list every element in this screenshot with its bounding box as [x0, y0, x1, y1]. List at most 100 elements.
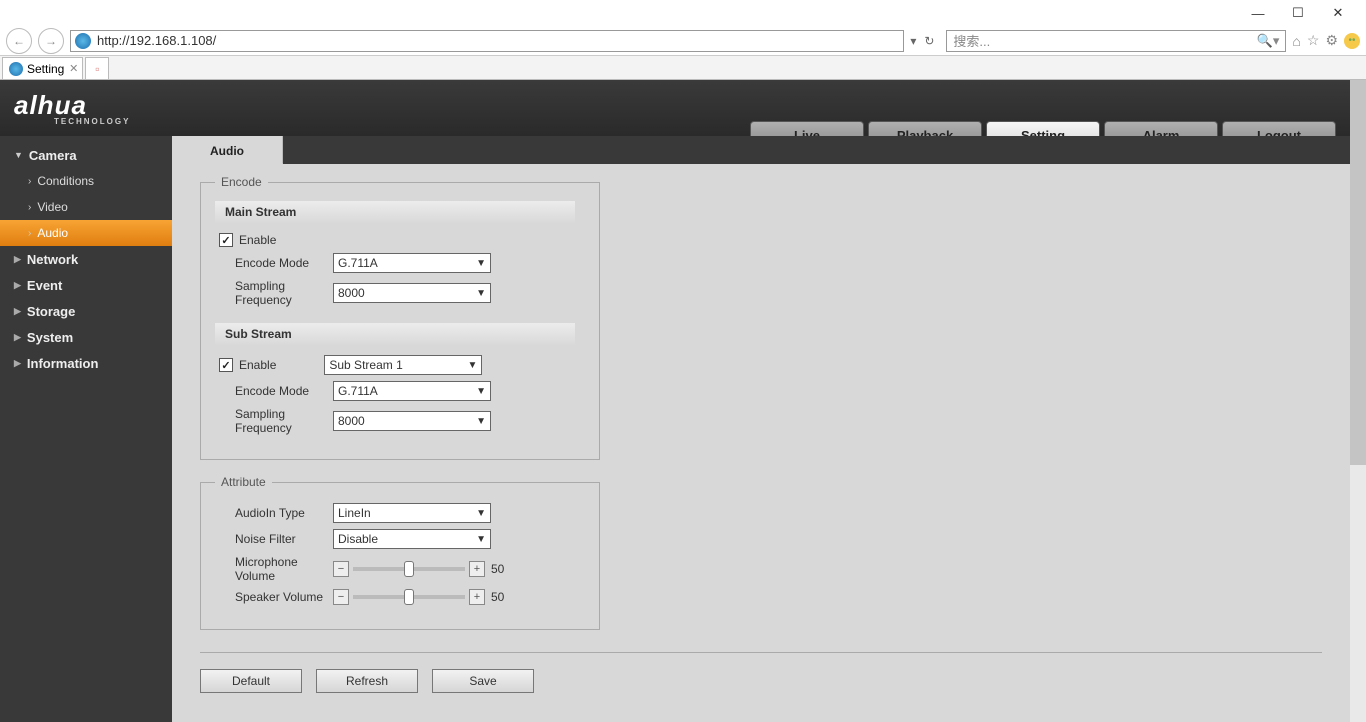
- slider-thumb[interactable]: [404, 561, 414, 577]
- speaker-volume-plus[interactable]: +: [469, 589, 485, 605]
- sidebar-item-conditions[interactable]: ›Conditions: [0, 168, 172, 194]
- default-button[interactable]: Default: [200, 669, 302, 693]
- content-tab-audio[interactable]: Audio: [172, 136, 283, 164]
- sidebar-item-audio[interactable]: › Audio: [0, 220, 172, 246]
- speaker-volume-slider[interactable]: [353, 595, 465, 599]
- sub-stream-select[interactable]: Sub Stream 1▼: [324, 355, 482, 375]
- select-value: 8000: [338, 286, 365, 300]
- refresh-icon[interactable]: ↻: [924, 34, 934, 48]
- mic-volume-slider[interactable]: [353, 567, 465, 571]
- sidebar-item-information[interactable]: ▶ Information: [0, 350, 172, 376]
- chevron-right-icon: ▶: [14, 254, 21, 265]
- select-value: Sub Stream 1: [329, 358, 402, 372]
- mic-volume-label: Microphone Volume: [215, 555, 333, 583]
- sub-encode-mode-select[interactable]: G.711A▼: [333, 381, 491, 401]
- back-button[interactable]: ←: [6, 28, 32, 54]
- sub-encode-mode-label: Encode Mode: [215, 384, 333, 398]
- divider: [200, 652, 1322, 653]
- forward-button[interactable]: →: [38, 28, 64, 54]
- close-button[interactable]: ✕: [1318, 2, 1358, 24]
- sidebar-item-system[interactable]: ▶ System: [0, 324, 172, 350]
- chevron-down-icon: ▼: [476, 416, 486, 427]
- dropdown-icon[interactable]: ▾: [910, 34, 916, 48]
- sidebar-label: Audio: [37, 226, 68, 240]
- chevron-down-icon: ▼: [476, 534, 486, 545]
- page-header: alhua TECHNOLOGY Live Playback Setting A…: [0, 80, 1350, 136]
- encode-fieldset: Encode Main Stream ✓ Enable Encode Mode …: [200, 182, 600, 460]
- speaker-volume-value: 50: [491, 590, 504, 604]
- chevron-right-icon: ▶: [14, 332, 21, 343]
- mic-volume-minus[interactable]: −: [333, 561, 349, 577]
- chevron-right-icon: ▶: [14, 358, 21, 369]
- slider-thumb[interactable]: [404, 589, 414, 605]
- main-enable-label: ✓ Enable: [215, 233, 276, 247]
- chevron-right-icon: ▶: [14, 280, 21, 291]
- chevron-right-icon: ▶: [14, 306, 21, 317]
- search-icon[interactable]: 🔍▾: [1257, 33, 1280, 49]
- home-icon[interactable]: ⌂: [1292, 33, 1300, 49]
- main-encode-mode-select[interactable]: G.711A▼: [333, 253, 491, 273]
- logo: alhua TECHNOLOGY: [14, 90, 130, 126]
- sidebar-label: Network: [27, 252, 78, 267]
- main-sampling-select[interactable]: 8000 ▼: [333, 283, 491, 303]
- browser-tab[interactable]: Setting ✕: [2, 57, 83, 79]
- chevron-right-icon: ›: [28, 202, 31, 213]
- tools-icon[interactable]: ⚙: [1325, 32, 1338, 49]
- search-placeholder: 搜索...: [953, 31, 990, 50]
- noise-filter-label: Noise Filter: [215, 532, 333, 546]
- refresh-button[interactable]: Refresh: [316, 669, 418, 693]
- new-tab-button[interactable]: ▫: [85, 57, 109, 79]
- attribute-legend: Attribute: [215, 475, 272, 489]
- chevron-down-icon: ▼: [476, 288, 486, 299]
- noise-filter-select[interactable]: Disable▼: [333, 529, 491, 549]
- url-text: http://192.168.1.108/: [97, 33, 216, 48]
- ie-icon: [75, 33, 91, 49]
- window-titlebar: — ☐ ✕: [0, 0, 1366, 26]
- logo-sub: TECHNOLOGY: [54, 117, 130, 126]
- sub-stream-heading: Sub Stream: [215, 323, 575, 345]
- sidebar-label: Event: [27, 278, 62, 293]
- content-tabbar: Audio: [172, 136, 1350, 164]
- logo-text: alhua: [14, 90, 87, 120]
- main-stream-heading: Main Stream: [215, 201, 575, 223]
- audioin-type-label: AudioIn Type: [215, 506, 333, 520]
- sidebar-item-storage[interactable]: ▶ Storage: [0, 298, 172, 324]
- tab-title: Setting: [27, 62, 64, 76]
- sidebar-label: System: [27, 330, 73, 345]
- audioin-type-select[interactable]: LineIn▼: [333, 503, 491, 523]
- sidebar-label: Information: [27, 356, 99, 371]
- main-encode-mode-label: Encode Mode: [215, 256, 333, 270]
- scrollbar-thumb[interactable]: [1350, 80, 1366, 465]
- browser-tabbar: Setting ✕ ▫: [0, 56, 1366, 80]
- sidebar-label: Conditions: [37, 174, 94, 188]
- attribute-fieldset: Attribute AudioIn Type LineIn▼ Noise Fil…: [200, 482, 600, 630]
- address-bar: ← → http://192.168.1.108/ ▾ ↻ 搜索... 🔍▾ ⌂…: [0, 26, 1366, 56]
- encode-legend: Encode: [215, 175, 268, 189]
- sidebar-label: Storage: [27, 304, 75, 319]
- url-input[interactable]: http://192.168.1.108/: [70, 30, 904, 52]
- sidebar-item-network[interactable]: ▶ Network: [0, 246, 172, 272]
- sub-enable-label: ✓ Enable: [215, 358, 276, 372]
- feedback-icon[interactable]: ••: [1344, 33, 1360, 49]
- save-button[interactable]: Save: [432, 669, 534, 693]
- sub-sampling-label: Sampling Frequency: [215, 407, 333, 435]
- content-area: Audio Encode Main Stream ✓ Enable Encode…: [172, 136, 1350, 722]
- speaker-volume-label: Speaker Volume: [215, 590, 333, 604]
- sub-enable-checkbox[interactable]: ✓: [219, 358, 233, 372]
- chevron-right-icon: ›: [28, 228, 31, 239]
- maximize-button[interactable]: ☐: [1278, 2, 1318, 24]
- sidebar-item-video[interactable]: ›Video: [0, 194, 172, 220]
- chevron-down-icon: ▼: [476, 258, 486, 269]
- chevron-down-icon: ▼: [14, 150, 23, 160]
- search-input[interactable]: 搜索... 🔍▾: [946, 30, 1286, 52]
- mic-volume-plus[interactable]: +: [469, 561, 485, 577]
- favorites-icon[interactable]: ☆: [1307, 32, 1320, 49]
- sidebar-item-event[interactable]: ▶ Event: [0, 272, 172, 298]
- close-tab-icon[interactable]: ✕: [69, 62, 78, 75]
- main-enable-checkbox[interactable]: ✓: [219, 233, 233, 247]
- minimize-button[interactable]: —: [1238, 2, 1278, 24]
- speaker-volume-minus[interactable]: −: [333, 589, 349, 605]
- sidebar-label: Camera: [29, 148, 77, 163]
- sidebar-item-camera[interactable]: ▼ Camera: [0, 142, 172, 168]
- sub-sampling-select[interactable]: 8000▼: [333, 411, 491, 431]
